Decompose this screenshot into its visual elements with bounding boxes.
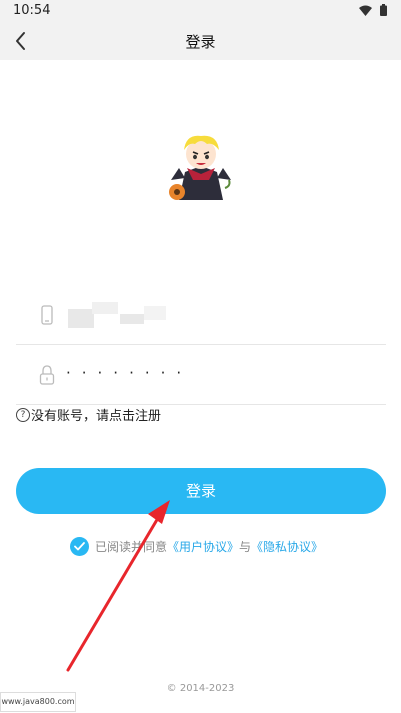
privacy-agreement-link[interactable]: 《隐私协议》 xyxy=(251,538,323,555)
agreement-row: 已阅读并同意 《用户协议》 与 《隐私协议》 xyxy=(70,536,323,556)
question-icon: ? xyxy=(16,407,30,422)
phone-value-redacted xyxy=(120,314,144,324)
phone-field[interactable] xyxy=(16,286,386,345)
avatar xyxy=(169,135,231,200)
agree-checkbox[interactable] xyxy=(70,536,89,556)
status-bar: 10:54 xyxy=(0,0,401,22)
login-button[interactable]: 登录 xyxy=(16,468,386,514)
agreement-and: 与 xyxy=(239,539,252,554)
phone-value-redacted xyxy=(92,302,118,314)
password-field[interactable]: ········ xyxy=(16,346,386,405)
check-icon xyxy=(74,541,85,550)
battery-icon xyxy=(380,4,387,16)
phone-value-redacted xyxy=(68,309,94,328)
phone-icon xyxy=(41,305,53,325)
watermark: www.java800.com xyxy=(0,692,76,712)
nav-bar: 登录 xyxy=(0,22,401,60)
status-icons xyxy=(359,4,387,16)
password-mask: ········ xyxy=(66,364,193,382)
register-label: 没有账号，请点击注册 xyxy=(31,409,162,424)
status-time: 10:54 xyxy=(13,3,51,18)
wifi-icon xyxy=(359,5,372,16)
page-title: 登录 xyxy=(185,33,216,51)
lock-icon xyxy=(39,365,55,385)
phone-value-redacted xyxy=(144,306,166,320)
agreement-prefix: 已阅读并同意 xyxy=(95,539,168,554)
user-agreement-link[interactable]: 《用户协议》 xyxy=(167,538,239,555)
register-link[interactable]: ? 没有账号，请点击注册 xyxy=(16,405,161,424)
